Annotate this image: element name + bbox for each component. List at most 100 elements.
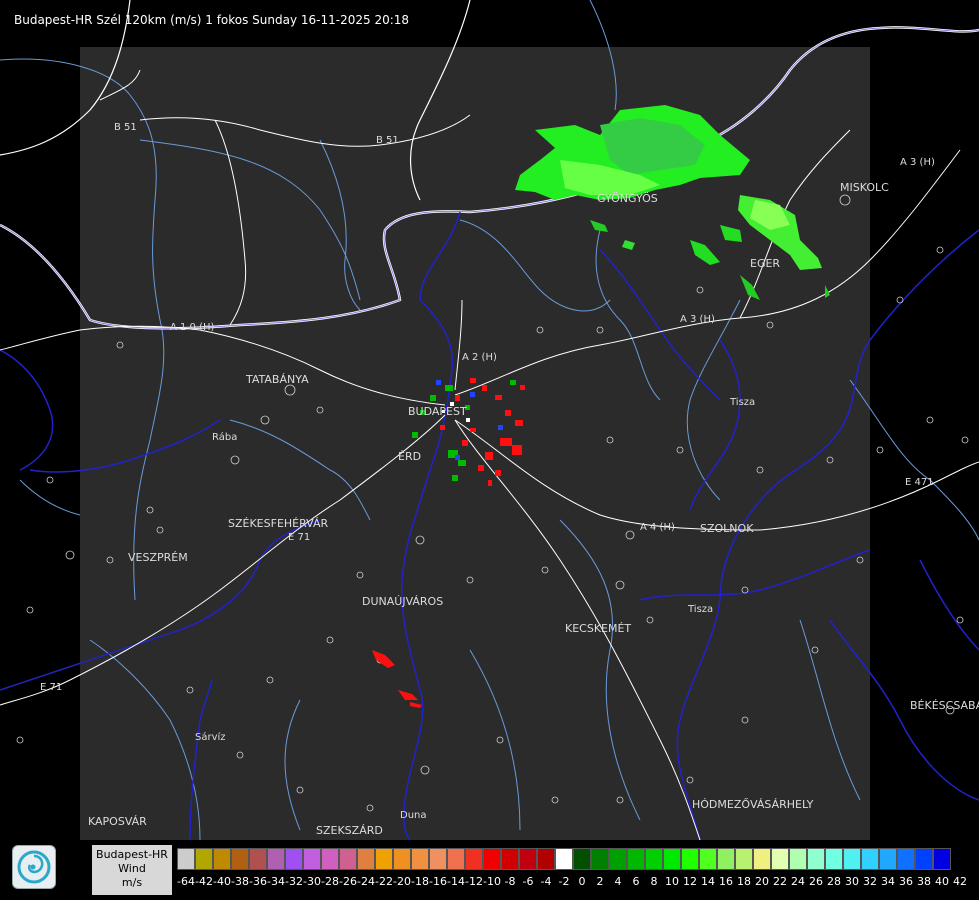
- scale-label-40: 36: [899, 875, 913, 888]
- scale-label-7: -30: [303, 875, 321, 888]
- scale-label-17: -10: [483, 875, 501, 888]
- scale-label-13: -18: [411, 875, 429, 888]
- scale-label-15: -14: [447, 875, 465, 888]
- scale-swatch-29: [699, 848, 717, 870]
- scale-label-20: -4: [540, 875, 552, 888]
- scale-label-6: -32: [285, 875, 303, 888]
- scale-label-19: -6: [522, 875, 534, 888]
- legend-title: Budapest-HR Wind m/s: [92, 845, 172, 895]
- scale-label-10: -24: [357, 875, 375, 888]
- scale-label-21: -2: [558, 875, 570, 888]
- city-label-13: KAPOSVÁR: [88, 815, 147, 828]
- radar-coverage-area: [80, 47, 870, 840]
- scale-swatch-21: [555, 848, 573, 870]
- scale-swatch-3: [231, 848, 249, 870]
- scale-swatch-5: [267, 848, 285, 870]
- scale-label-1: -42: [195, 875, 213, 888]
- scale-label-38: 32: [863, 875, 877, 888]
- city-label-3: SZÉKESFEHÉRVÁR: [228, 517, 329, 530]
- scale-swatch-25: [627, 848, 645, 870]
- scale-label-14: -16: [429, 875, 447, 888]
- scale-label-9: -26: [339, 875, 357, 888]
- city-label-4: VESZPRÉM: [128, 551, 188, 564]
- city-label-7: EGER: [750, 257, 780, 270]
- scale-swatch-24: [609, 848, 627, 870]
- scale-swatch-22: [573, 848, 591, 870]
- scale-label-34: 24: [791, 875, 805, 888]
- scale-label-29: 14: [701, 875, 715, 888]
- scale-label-42: 40: [935, 875, 949, 888]
- scale-swatch-6: [285, 848, 303, 870]
- scale-swatch-12: [393, 848, 411, 870]
- city-label-14: SZEKSZÁRD: [316, 824, 383, 837]
- road-label-9: E 71: [288, 532, 310, 543]
- city-label-12: BÉKÉSCSABA: [910, 699, 979, 712]
- scale-swatch-8: [321, 848, 339, 870]
- scale-swatch-17: [483, 848, 501, 870]
- scale-label-31: 18: [737, 875, 751, 888]
- scale-swatch-14: [429, 848, 447, 870]
- scale-swatch-20: [537, 848, 555, 870]
- river-label-1: Tisza: [729, 397, 755, 408]
- scale-label-30: 16: [719, 875, 733, 888]
- scale-swatch-42: [933, 848, 951, 870]
- scale-swatch-9: [339, 848, 357, 870]
- river-label-4: Sárvíz: [195, 731, 226, 743]
- scale-label-11: -22: [375, 875, 393, 888]
- road-label-2: A 3 (H): [680, 314, 715, 325]
- city-label-6: KECSKEMÉT: [565, 622, 631, 635]
- scale-swatch-18: [501, 848, 519, 870]
- scale-label-43: 42: [953, 875, 967, 888]
- river-label-2: Tisza: [687, 604, 713, 615]
- scale-swatch-16: [465, 848, 483, 870]
- legend-title-line3: m/s: [121, 876, 143, 889]
- city-label-8: GYÖNGYÖS: [597, 192, 658, 205]
- scale-label-5: -34: [267, 875, 285, 888]
- legend-title-line1: Budapest-HR: [96, 848, 168, 861]
- scale-label-35: 26: [809, 875, 823, 888]
- scale-swatch-32: [753, 848, 771, 870]
- road-label-1: B 51: [376, 135, 399, 146]
- legend-title-line2: Wind: [118, 862, 146, 875]
- road-label-7: E 471: [905, 477, 934, 488]
- scale-swatch-38: [861, 848, 879, 870]
- scale-label-2: -40: [213, 875, 231, 888]
- scale-swatch-39: [879, 848, 897, 870]
- scale-swatch-4: [249, 848, 267, 870]
- scale-swatch-31: [735, 848, 753, 870]
- scale-swatch-34: [789, 848, 807, 870]
- scale-swatch-30: [717, 848, 735, 870]
- city-label-9: MISKOLC: [840, 181, 889, 194]
- scale-swatch-26: [645, 848, 663, 870]
- scale-swatch-2: [213, 848, 231, 870]
- scale-swatch-23: [591, 848, 609, 870]
- scale-swatch-28: [681, 848, 699, 870]
- road-label-4: A 4 (H): [640, 522, 675, 533]
- road-label-0: B 51: [114, 122, 137, 133]
- scale-swatch-33: [771, 848, 789, 870]
- city-label-0: TATABÁNYA: [245, 373, 309, 386]
- scale-label-12: -20: [393, 875, 411, 888]
- road-label-6: A 2 (H): [462, 352, 497, 363]
- scale-swatch-37: [843, 848, 861, 870]
- scale-swatch-10: [357, 848, 375, 870]
- road-label-3: A 3 (H): [900, 157, 935, 168]
- scale-label-26: 8: [650, 875, 658, 888]
- omsz-logo: [12, 845, 56, 889]
- radar-title: Budapest-HR Szél 120km (m/s) 1 fokos Sun…: [14, 13, 410, 27]
- scale-swatch-1: [195, 848, 213, 870]
- scale-label-18: -8: [504, 875, 516, 888]
- scale-swatch-15: [447, 848, 465, 870]
- radar-map[interactable]: TATABÁNYA BUDAPEST ÉRD SZÉKESFEHÉRVÁR VESZPR…: [0, 0, 979, 840]
- city-label-10: SZOLNOK: [700, 522, 754, 535]
- scale-label-36: 28: [827, 875, 841, 888]
- road-label-5: A 1 0 (H): [170, 322, 215, 333]
- scale-swatch-35: [807, 848, 825, 870]
- scale-swatch-13: [411, 848, 429, 870]
- scale-swatch-19: [519, 848, 537, 870]
- scale-label-28: 12: [683, 875, 697, 888]
- scale-swatch-36: [825, 848, 843, 870]
- scale-swatch-0: [177, 848, 195, 870]
- scale-label-23: 2: [596, 875, 604, 888]
- scale-label-32: 20: [755, 875, 769, 888]
